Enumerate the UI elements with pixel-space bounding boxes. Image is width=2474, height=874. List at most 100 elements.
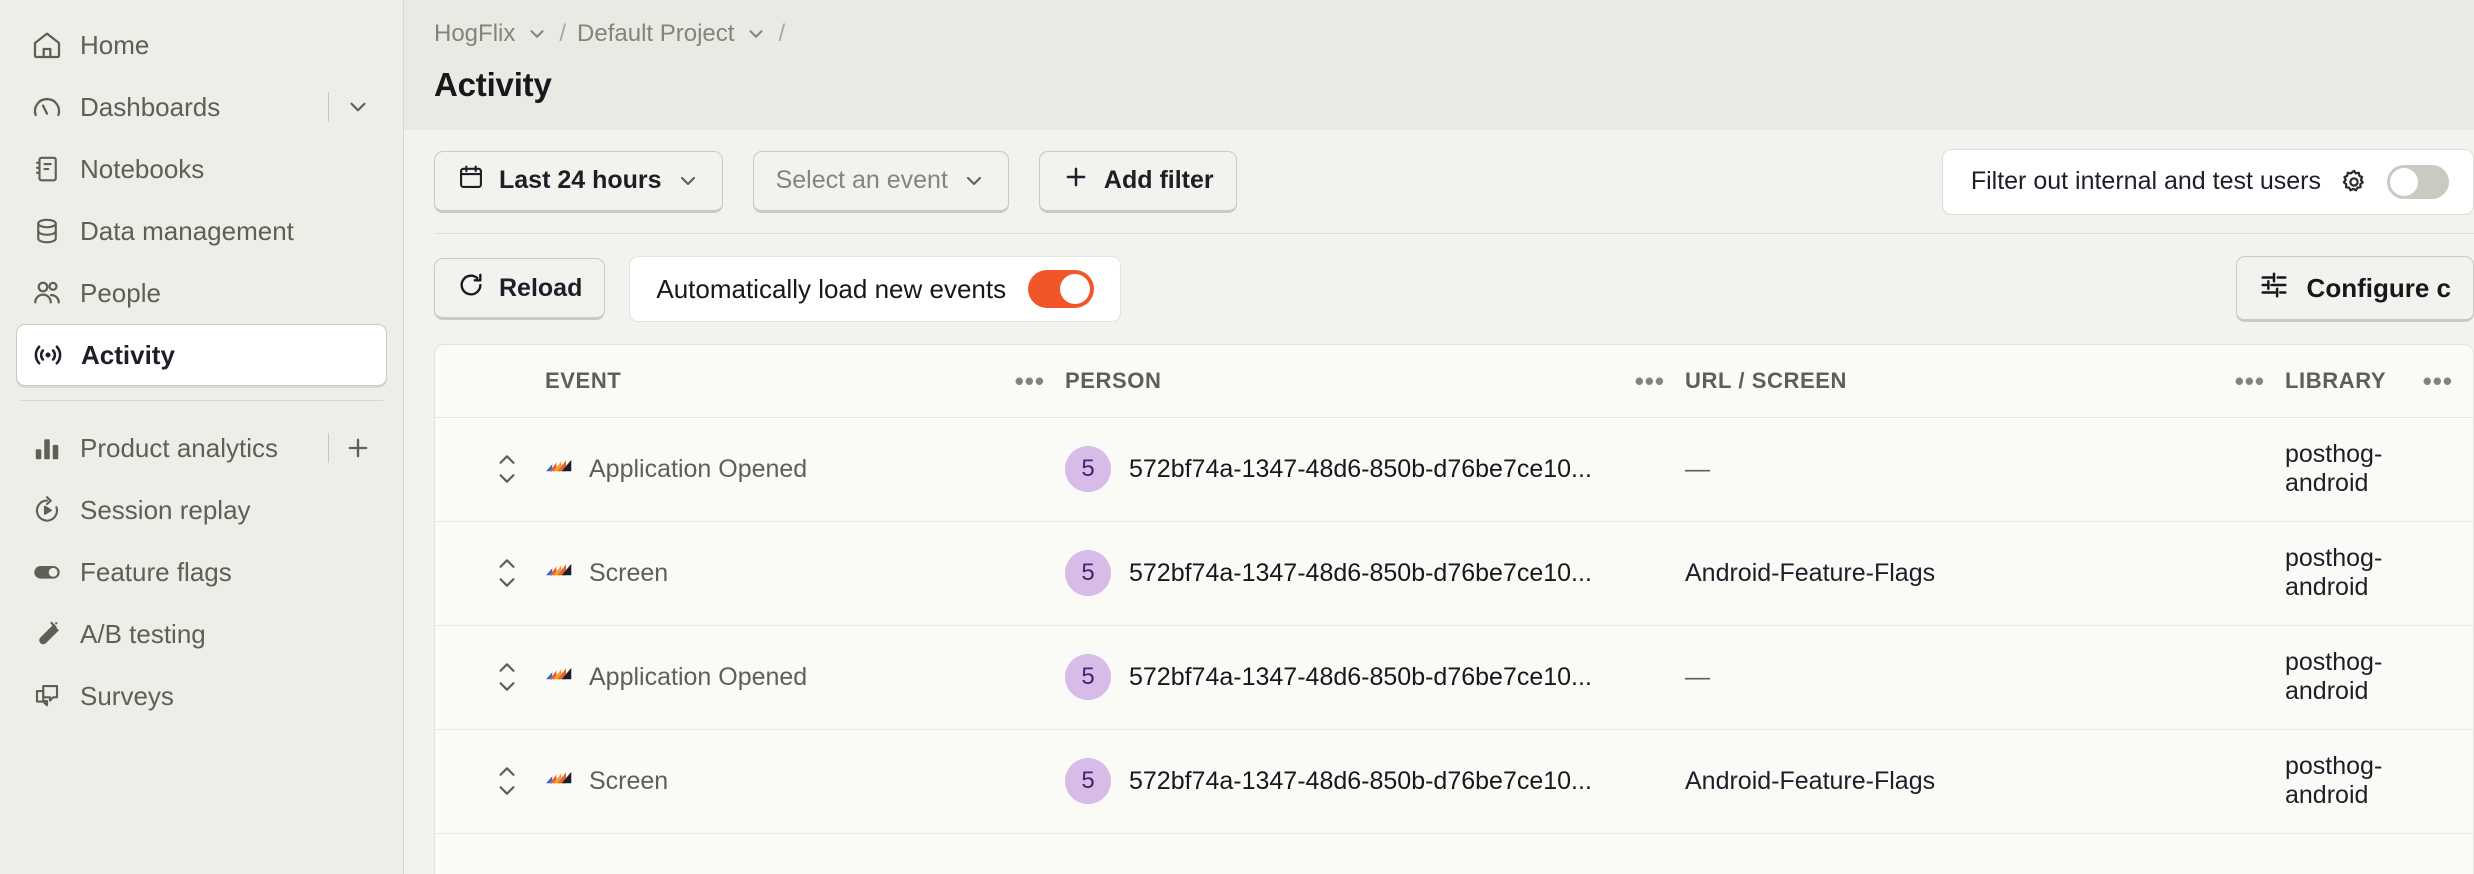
reload-label: Reload xyxy=(499,273,583,302)
flask-icon xyxy=(30,617,64,651)
people-icon xyxy=(30,276,64,310)
library-value: posthog-android xyxy=(2285,440,2383,497)
col-header-library-label: LIBRARY xyxy=(2285,367,2387,393)
table-row[interactable]: Screen 5 572bf74a-1347-48d6-850b-d76be7ce1… xyxy=(435,521,2473,626)
row-sort-handle[interactable] xyxy=(435,453,545,485)
posthog-stripes-icon xyxy=(545,765,575,798)
sidebar-item-label: Data management xyxy=(80,215,294,246)
row-event-cell[interactable]: Screen xyxy=(545,521,1065,626)
col-header-url: URL / SCREEN ••• xyxy=(1685,345,2285,418)
sidebar-item-feature-flags[interactable]: Feature flags xyxy=(16,541,387,603)
posthog-stripes-icon xyxy=(545,661,575,694)
chevron-down-icon[interactable] xyxy=(343,92,373,122)
plus-icon xyxy=(1062,163,1090,198)
url-value: Android-Feature-Flags xyxy=(1685,766,1936,795)
sidebar-item-product-analytics[interactable]: Product analytics xyxy=(16,417,387,479)
row-event-cell[interactable]: Screen xyxy=(545,729,1065,834)
date-range-button[interactable]: Last 24 hours xyxy=(434,150,723,213)
autoload-events-control[interactable]: Automatically load new events xyxy=(629,256,1122,322)
event-select-button[interactable]: Select an event xyxy=(752,150,1009,213)
row-person-cell[interactable]: 5 572bf74a-1347-48d6-850b-d76be7ce10... xyxy=(1065,729,1685,834)
add-filter-button[interactable]: Add filter xyxy=(1038,150,1237,213)
row-sort-handle[interactable] xyxy=(435,557,545,589)
col-menu-library[interactable]: ••• xyxy=(2423,368,2453,394)
col-header-handle xyxy=(435,345,545,418)
col-menu-event[interactable]: ••• xyxy=(1015,368,1045,394)
sidebar-item-home[interactable]: Home xyxy=(16,14,387,76)
row-handle-cell[interactable] xyxy=(435,521,545,626)
divider xyxy=(328,92,329,122)
row-handle-cell[interactable] xyxy=(435,625,545,730)
sidebar-item-activity[interactable]: Activity xyxy=(16,324,387,386)
row-event-cell[interactable]: Application Opened xyxy=(545,417,1065,522)
table-row[interactable]: Screen 5 572bf74a-1347-48d6-850b-d76be7ce1… xyxy=(435,729,2473,834)
divider xyxy=(328,433,329,463)
person-id: 572bf74a-1347-48d6-850b-d76be7ce10... xyxy=(1129,558,1592,587)
sidebar-item-data-management[interactable]: Data management xyxy=(16,200,387,262)
date-range-label: Last 24 hours xyxy=(499,166,662,194)
breadcrumb-project[interactable]: Default Project xyxy=(577,20,734,48)
col-header-event-label: EVENT xyxy=(545,367,622,393)
row-person-cell[interactable]: 5 572bf74a-1347-48d6-850b-d76be7ce10... xyxy=(1065,521,1685,626)
row-url-cell[interactable]: Android-Feature-Flags xyxy=(1685,521,2285,626)
sidebar-item-label: Session replay xyxy=(80,494,251,525)
sidebar-item-people[interactable]: People xyxy=(16,262,387,324)
sidebar-item-ab-testing[interactable]: A/B testing xyxy=(16,603,387,665)
row-person-cell[interactable]: 5 572bf74a-1347-48d6-850b-d76be7ce10... xyxy=(1065,417,1685,522)
row-person-cell[interactable]: 5 572bf74a-1347-48d6-850b-d76be7ce10... xyxy=(1065,625,1685,730)
library-value: posthog-android xyxy=(2285,648,2383,705)
row-handle-cell[interactable] xyxy=(435,417,545,522)
url-value: — xyxy=(1685,454,1710,483)
sidebar-item-dashboards[interactable]: Dashboards xyxy=(16,76,387,138)
autoload-toggle[interactable] xyxy=(1028,270,1095,308)
table-row[interactable]: Application Opened 5 572bf74a-1347-48d6-85… xyxy=(435,625,2473,730)
col-menu-url[interactable]: ••• xyxy=(2235,368,2265,394)
breadcrumb-separator: / xyxy=(778,20,786,47)
table-header-row: EVENT ••• PERSON ••• URL / SCREEN ••• LI… xyxy=(435,345,2473,418)
breadcrumb-org[interactable]: HogFlix xyxy=(434,20,515,48)
row-sort-handle[interactable] xyxy=(435,765,545,797)
row-sort-handle[interactable] xyxy=(435,661,545,693)
row-event-cell[interactable]: Application Opened xyxy=(545,625,1065,730)
col-header-person: PERSON ••• xyxy=(1065,345,1685,418)
row-library-cell[interactable]: posthog-android xyxy=(2285,729,2473,834)
chevron-down-icon[interactable] xyxy=(526,23,548,45)
table-row[interactable]: Application Opened 5 572bf74a-1347-48d6-85… xyxy=(435,417,2473,522)
plus-icon[interactable] xyxy=(343,433,373,463)
person-id: 572bf74a-1347-48d6-850b-d76be7ce10... xyxy=(1129,454,1592,483)
events-table-container: EVENT ••• PERSON ••• URL / SCREEN ••• LI… xyxy=(434,344,2474,874)
row-handle-cell[interactable] xyxy=(435,729,545,834)
row-url-cell[interactable]: Android-Feature-Flags xyxy=(1685,729,2285,834)
sidebar-item-surveys[interactable]: Surveys xyxy=(16,665,387,727)
reload-button[interactable]: Reload xyxy=(434,258,606,320)
sidebar-trailing xyxy=(328,433,373,463)
sidebar-item-notebooks[interactable]: Notebooks xyxy=(16,138,387,200)
sidebar-item-session-replay[interactable]: Session replay xyxy=(16,479,387,541)
filter-internal-users-label: Filter out internal and test users xyxy=(1970,167,2321,195)
chevron-down-icon xyxy=(676,169,700,193)
col-menu-person[interactable]: ••• xyxy=(1635,368,1665,394)
database-icon xyxy=(30,214,64,248)
sidebar-item-label: Home xyxy=(80,29,150,60)
event-name: Screen xyxy=(589,558,669,587)
library-value: posthog-android xyxy=(2285,752,2383,809)
sidebar-item-label: Notebooks xyxy=(80,153,205,184)
breadcrumb-separator: / xyxy=(559,20,567,47)
row-url-cell[interactable]: — xyxy=(1685,625,2285,730)
filter-internal-users[interactable]: Filter out internal and test users xyxy=(1941,148,2474,215)
row-library-cell[interactable]: posthog-android xyxy=(2285,417,2473,522)
gear-icon[interactable] xyxy=(2339,167,2369,197)
sidebar-item-label: Product analytics xyxy=(80,432,278,463)
url-value: — xyxy=(1685,662,1710,691)
event-name: Screen xyxy=(589,766,669,795)
internal-users-toggle[interactable] xyxy=(2387,164,2449,199)
row-library-cell[interactable]: posthog-android xyxy=(2285,521,2473,626)
home-icon xyxy=(30,28,64,62)
row-library-cell[interactable]: posthog-android xyxy=(2285,625,2473,730)
person-badge: 5 xyxy=(1065,758,1111,804)
chevron-down-icon[interactable] xyxy=(745,23,767,45)
row-url-cell[interactable]: — xyxy=(1685,417,2285,522)
event-name: Application Opened xyxy=(589,662,808,691)
configure-columns-button[interactable]: Configure c xyxy=(2235,256,2474,322)
action-bar: Reload Automatically load new events Con… xyxy=(434,234,2474,344)
